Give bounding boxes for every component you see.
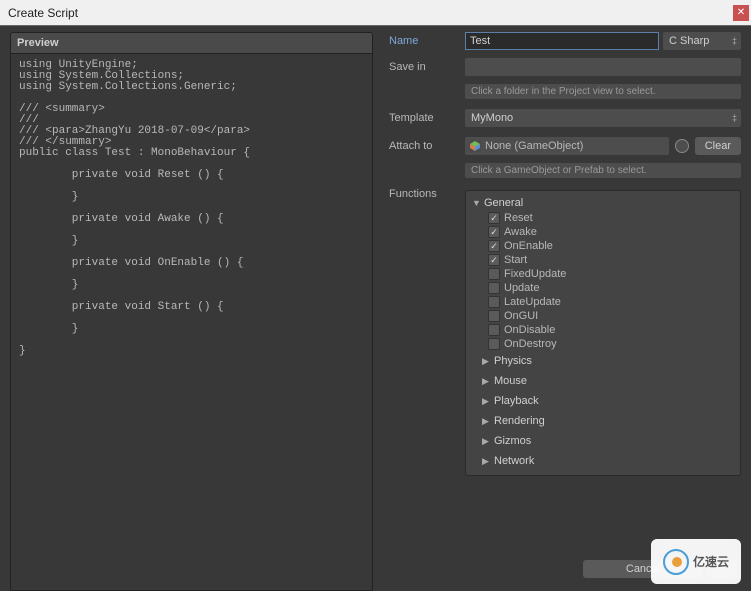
function-label: Reset bbox=[504, 212, 533, 224]
function-label: OnEnable bbox=[504, 240, 553, 252]
function-label: OnDisable bbox=[504, 324, 555, 336]
function-checkbox[interactable] bbox=[488, 324, 500, 336]
function-checkbox[interactable] bbox=[488, 254, 500, 266]
gameobject-icon bbox=[469, 140, 481, 152]
function-item: Awake bbox=[466, 225, 740, 239]
function-item: OnDisable bbox=[466, 323, 740, 337]
foldout-right-icon: ▶ bbox=[482, 436, 492, 447]
group-gizmos[interactable]: ▶Gizmos bbox=[466, 431, 740, 451]
function-item: Update bbox=[466, 281, 740, 295]
function-checkbox[interactable] bbox=[488, 338, 500, 350]
function-item: OnGUI bbox=[466, 309, 740, 323]
savein-field[interactable] bbox=[465, 58, 741, 76]
function-checkbox[interactable] bbox=[488, 212, 500, 224]
functions-label: Functions bbox=[389, 188, 465, 200]
group-rendering[interactable]: ▶Rendering bbox=[466, 411, 740, 431]
function-label: OnGUI bbox=[504, 310, 538, 322]
titlebar: Create Script ✕ bbox=[0, 0, 751, 26]
function-label: OnDestroy bbox=[504, 338, 557, 350]
function-label: LateUpdate bbox=[504, 296, 561, 308]
function-label: Start bbox=[504, 254, 527, 266]
function-item: OnDestroy bbox=[466, 337, 740, 351]
object-picker-button[interactable] bbox=[675, 139, 689, 153]
attach-label: Attach to bbox=[389, 140, 465, 152]
attach-field[interactable]: None (GameObject) bbox=[465, 137, 669, 155]
group-mouse[interactable]: ▶Mouse bbox=[466, 371, 740, 391]
function-label: Awake bbox=[504, 226, 537, 238]
close-button[interactable]: ✕ bbox=[733, 5, 749, 21]
function-checkbox[interactable] bbox=[488, 240, 500, 252]
preview-panel: Preview using UnityEngine; using System.… bbox=[0, 26, 383, 590]
savein-label: Save in bbox=[389, 61, 465, 73]
name-input[interactable] bbox=[465, 32, 659, 50]
foldout-right-icon: ▶ bbox=[482, 376, 492, 387]
group-network[interactable]: ▶Network bbox=[466, 451, 740, 471]
function-label: Update bbox=[504, 282, 539, 294]
function-item: LateUpdate bbox=[466, 295, 740, 309]
function-checkbox[interactable] bbox=[488, 296, 500, 308]
function-item: OnEnable bbox=[466, 239, 740, 253]
function-checkbox[interactable] bbox=[488, 282, 500, 294]
preview-code: using UnityEngine; using System.Collecti… bbox=[10, 53, 373, 591]
watermark: 亿速云 bbox=[651, 539, 741, 584]
clear-button[interactable]: Clear bbox=[695, 137, 741, 155]
function-label: FixedUpdate bbox=[504, 268, 566, 280]
function-checkbox[interactable] bbox=[488, 268, 500, 280]
function-checkbox[interactable] bbox=[488, 310, 500, 322]
form-panel: Name C Sharp Save in Click a folder in t… bbox=[383, 26, 751, 590]
foldout-right-icon: ▶ bbox=[482, 456, 492, 467]
foldout-right-icon: ▶ bbox=[482, 396, 492, 407]
function-item: Start bbox=[466, 253, 740, 267]
group-playback[interactable]: ▶Playback bbox=[466, 391, 740, 411]
functions-panel: ▼ General Reset Awake OnEnable Start FixedUp… bbox=[465, 190, 741, 476]
foldout-down-icon: ▼ bbox=[472, 198, 482, 208]
function-checkbox[interactable] bbox=[488, 226, 500, 238]
name-label: Name bbox=[389, 35, 465, 47]
language-dropdown[interactable]: C Sharp bbox=[663, 32, 741, 50]
group-general[interactable]: ▼ General bbox=[466, 195, 740, 211]
attach-hint: Click a GameObject or Prefab to select. bbox=[465, 163, 741, 178]
watermark-icon bbox=[663, 549, 689, 575]
window-title: Create Script bbox=[8, 6, 78, 20]
foldout-right-icon: ▶ bbox=[482, 356, 492, 367]
function-item: FixedUpdate bbox=[466, 267, 740, 281]
preview-label: Preview bbox=[10, 32, 373, 53]
group-physics[interactable]: ▶Physics bbox=[466, 351, 740, 371]
template-label: Template bbox=[389, 112, 465, 124]
savein-hint: Click a folder in the Project view to se… bbox=[465, 84, 741, 99]
template-dropdown[interactable]: MyMono bbox=[465, 109, 741, 127]
foldout-right-icon: ▶ bbox=[482, 416, 492, 427]
function-item: Reset bbox=[466, 211, 740, 225]
